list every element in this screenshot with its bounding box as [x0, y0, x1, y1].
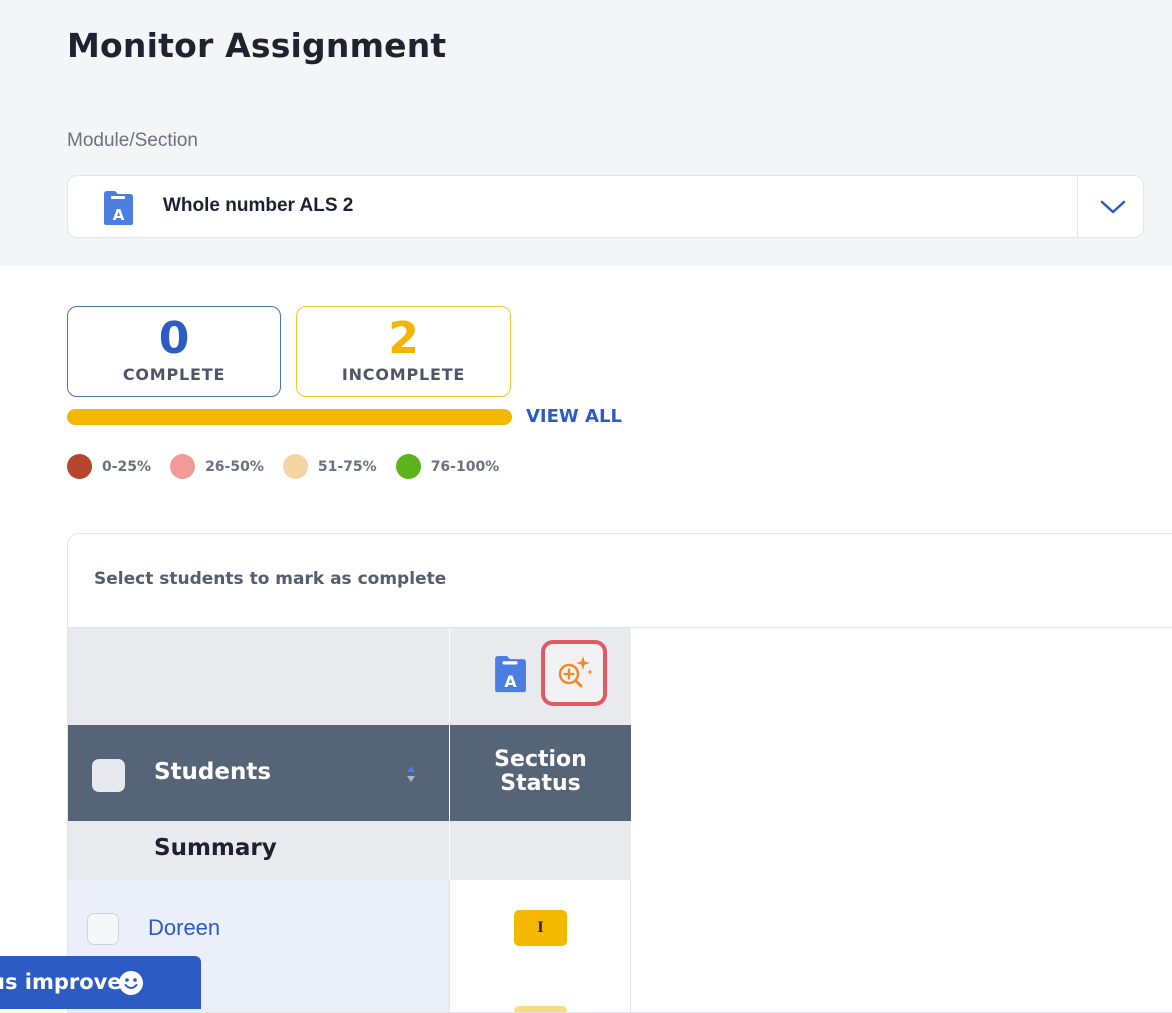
sort-icon[interactable] — [406, 765, 416, 783]
legend-color-dot — [282, 454, 308, 479]
summary-row: Summary — [68, 821, 449, 880]
progress-fill-incomplete — [67, 409, 512, 425]
incomplete-count: 2 — [388, 313, 419, 364]
select-all-checkbox[interactable] — [92, 759, 125, 792]
legend-label: 0-25% — [102, 458, 152, 475]
legend-item: 0-25% — [67, 454, 151, 479]
header-area: Monitor Assignment Module/Section A Whol… — [0, 0, 1172, 266]
smiley-icon — [118, 970, 144, 1000]
summary-label: Summary — [154, 835, 277, 861]
legend-item: 51-75% — [282, 454, 377, 479]
complete-label: COMPLETE — [122, 365, 226, 384]
mark-complete-instruction: Select students to mark as complete — [94, 569, 447, 589]
table-icon-row-spacer — [68, 628, 449, 725]
section-status-header-text: Section Status — [494, 747, 587, 796]
page-title: Monitor Assignment — [67, 26, 447, 65]
students-header-label: Students — [154, 759, 272, 785]
magnify-sparkle-icon — [558, 656, 593, 688]
student-status-cell: I — [449, 880, 631, 1012]
section-icon-letter: A — [504, 672, 517, 691]
legend-item: 26-50% — [170, 454, 264, 479]
file-icon-letter: A — [113, 206, 125, 224]
feedback-label: us improve — [0, 970, 122, 994]
chevron-down-icon[interactable] — [1098, 194, 1128, 220]
section-status-header-cell: Section Status — [449, 725, 631, 821]
students-header-cell: Students — [68, 725, 449, 821]
feedback-button[interactable]: us improve — [0, 956, 201, 1009]
view-all-link[interactable]: VIEW ALL — [526, 406, 622, 427]
summary-status-cell — [449, 821, 631, 880]
module-section-label: Module/Section — [67, 130, 198, 151]
legend-item: 76-100% — [395, 454, 500, 479]
select-divider — [1077, 176, 1078, 237]
incomplete-label: INCOMPLETE — [341, 365, 466, 384]
legend-label: 26-50% — [205, 458, 264, 475]
legend-label: 76-100% — [430, 458, 500, 475]
legend-color-dot — [67, 454, 92, 479]
legend-color-dot — [170, 454, 196, 479]
table-card-header: Select students to mark as complete — [68, 534, 1172, 628]
completion-progress-bar — [67, 409, 512, 425]
legend-color-dot — [395, 454, 421, 479]
complete-count: 0 — [158, 313, 190, 364]
incomplete-count-card[interactable]: 2 INCOMPLETE — [296, 306, 511, 397]
section-icon-cell: A — [449, 628, 631, 725]
student-name-link[interactable]: Doreen — [148, 915, 220, 941]
section-status-header-label: Section Status — [450, 748, 631, 796]
score-legend: 0-25% 26-50% 51-75% 76-100% — [67, 454, 518, 479]
student-table-card: Select students to mark as complete A St… — [67, 533, 1172, 1013]
section-file-icon[interactable]: A — [493, 654, 527, 698]
selected-module-text: Whole number ALS 2 — [163, 195, 354, 216]
legend-label: 51-75% — [317, 458, 377, 475]
status-badge-next[interactable] — [514, 1006, 567, 1012]
status-badge[interactable]: I — [514, 910, 567, 946]
assignment-file-icon: A — [102, 190, 134, 230]
module-section-select[interactable]: A Whole number ALS 2 — [67, 175, 1144, 238]
complete-count-card[interactable]: 0 COMPLETE — [67, 306, 281, 397]
ai-insights-button[interactable] — [541, 640, 607, 706]
student-checkbox[interactable] — [87, 913, 119, 945]
